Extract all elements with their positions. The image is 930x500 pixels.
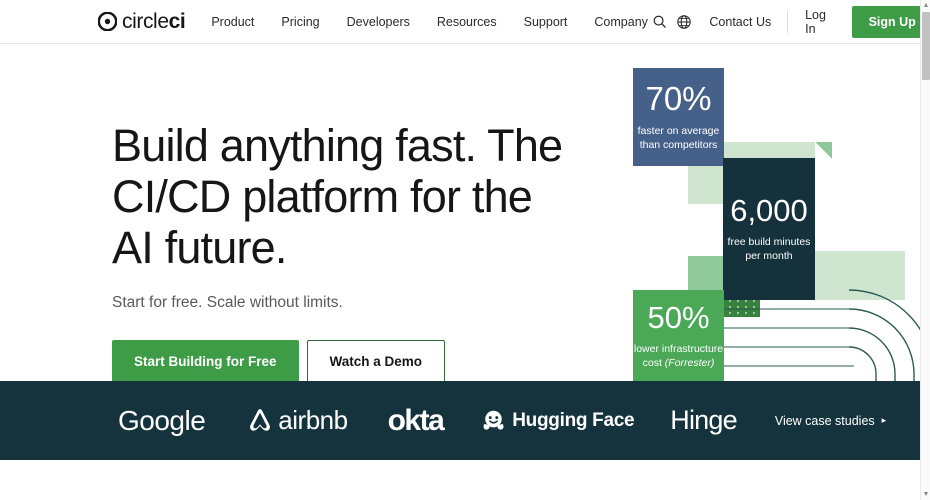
nav-item-product[interactable]: Product xyxy=(211,15,254,29)
hero-copy: Build anything fast. The CI/CD platform … xyxy=(112,120,582,381)
scroll-down-arrow-icon[interactable]: ▼ xyxy=(921,489,930,500)
decor-triangle-green xyxy=(815,142,832,159)
circleci-logo-icon xyxy=(98,12,117,31)
browser-page: circleci Product Pricing Developers Reso… xyxy=(0,0,930,500)
chevron-right-icon: ▸ xyxy=(881,415,887,425)
stat-card-50: 50% lower infrastructure cost (Forrester… xyxy=(633,290,724,381)
stat-card-6000: 6,000 free build minutes per month xyxy=(723,158,815,300)
stat-caption-70: faster on average than competitors xyxy=(638,124,720,152)
signup-button[interactable]: Sign Up xyxy=(851,5,920,38)
contact-us-link[interactable]: Contact Us xyxy=(709,15,771,29)
stat-caption-50-line2: cost xyxy=(642,356,665,369)
page-below-fold xyxy=(0,460,920,500)
watch-demo-button[interactable]: Watch a Demo xyxy=(306,340,446,381)
page-title: Build anything fast. The CI/CD platform … xyxy=(112,120,563,273)
start-building-button[interactable]: Start Building for Free xyxy=(112,340,299,381)
scrollbar-thumb[interactable] xyxy=(922,12,930,80)
stat-caption-50-line1: lower infrastructure xyxy=(633,342,724,355)
logo-word-bold: ci xyxy=(168,10,186,33)
stat-value-6000: 6,000 xyxy=(730,193,808,228)
stat-card-70: 70% faster on average than competitors xyxy=(633,68,724,166)
decor-arcs xyxy=(848,289,920,381)
circleci-logo[interactable]: circleci xyxy=(98,10,186,33)
page-viewport: circleci Product Pricing Developers Reso… xyxy=(0,0,920,500)
scroll-up-arrow-icon[interactable]: ▲ xyxy=(921,0,930,11)
view-case-studies-label: View case studies xyxy=(774,413,875,428)
customer-logo-band: Google airbnb okta Hugging Face Hinge Vi… xyxy=(0,381,920,460)
logo-okta: okta xyxy=(387,403,445,437)
login-link[interactable]: Log In xyxy=(805,8,835,36)
header-actions: Contact Us Log In Sign Up xyxy=(648,5,920,38)
hero-subhead: Start for free. Scale without limits. xyxy=(112,294,343,311)
logo-airbnb: airbnb xyxy=(247,405,348,436)
stat-caption-50-source: (Forrester) xyxy=(664,356,715,369)
logo-google: Google xyxy=(118,404,206,436)
language-button[interactable] xyxy=(672,8,696,36)
logo-hugging-face: Hugging Face xyxy=(481,408,635,433)
logo-hinge: Hinge xyxy=(670,405,737,435)
stat-value-50: 50% xyxy=(647,299,710,335)
logo-wordmark: circleci xyxy=(122,10,186,33)
decor-square-mid xyxy=(688,256,724,290)
decor-square-light-2 xyxy=(724,142,815,158)
page-scrollbar[interactable]: ▲ ▼ xyxy=(920,0,930,500)
globe-icon xyxy=(676,14,691,29)
nav-item-pricing[interactable]: Pricing xyxy=(281,15,319,29)
logo-hugging-face-text: Hugging Face xyxy=(512,409,635,431)
logo-word-light: circle xyxy=(122,10,169,33)
nav-item-developers[interactable]: Developers xyxy=(347,15,410,29)
stat-caption-6000: free build minutes per month xyxy=(728,235,811,263)
stat-caption-6000-line2: per month xyxy=(745,250,793,262)
stat-value-70: 70% xyxy=(645,80,712,117)
header-divider xyxy=(787,10,789,33)
logo-airbnb-text: airbnb xyxy=(278,405,348,435)
hero-graphic: 70% faster on average than competitors 6… xyxy=(600,44,920,381)
search-button[interactable] xyxy=(648,8,672,36)
hero-cta-row: Start Building for Free Watch a Demo xyxy=(112,340,582,381)
stat-caption-70-line1: faster on average xyxy=(637,125,720,137)
customer-logo-list: Google airbnb okta Hugging Face Hinge Vi… xyxy=(118,404,886,438)
main-nav: Product Pricing Developers Resources Sup… xyxy=(211,15,648,29)
nav-item-resources[interactable]: Resources xyxy=(437,15,497,29)
stat-caption-70-line2: than competitors xyxy=(639,139,718,151)
hugging-face-icon xyxy=(483,410,504,430)
stat-caption-6000-line1: free build minutes xyxy=(727,236,811,248)
stat-caption-50: lower infrastructure cost (Forrester) xyxy=(634,342,723,370)
nav-item-support[interactable]: Support xyxy=(524,15,568,29)
nav-item-company[interactable]: Company xyxy=(594,15,648,29)
hero-section: Build anything fast. The CI/CD platform … xyxy=(0,44,920,381)
site-header: circleci Product Pricing Developers Reso… xyxy=(0,0,920,44)
view-case-studies-link[interactable]: View case studies ▸ xyxy=(775,414,886,428)
airbnb-belo-icon xyxy=(250,408,271,431)
search-icon xyxy=(653,15,667,28)
